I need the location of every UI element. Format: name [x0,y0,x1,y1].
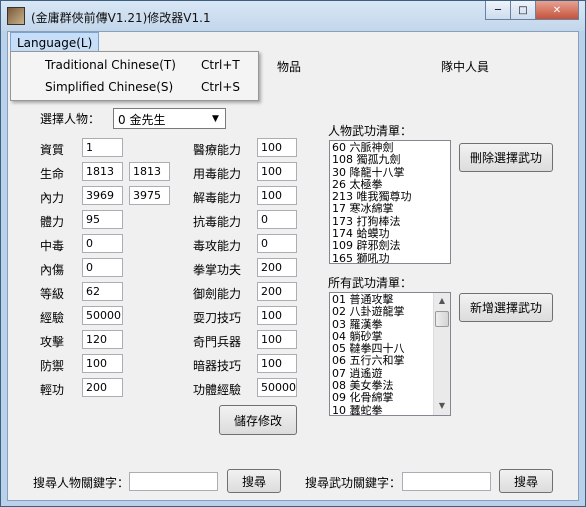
title-bar[interactable]: (金庸群俠前傳V1.21)修改器V1.1 ─ □ ✕ [1,1,585,31]
list-item[interactable]: 06 五行六和掌 [332,355,448,368]
attr-value-field[interactable]: 100 [257,138,297,157]
close-button[interactable]: ✕ [535,1,579,20]
list-item[interactable]: 109 辟邪劍法 [332,240,448,253]
attr-label: 攻擊 [40,335,65,349]
attr-value-field[interactable]: 100 [257,354,297,373]
attr-label: 防禦 [40,359,65,373]
chevron-down-icon: ▼ [212,113,219,124]
attr-value-field[interactable]: 50000 [257,378,297,397]
menu-bar: Language(L) [8,32,578,52]
list-item[interactable]: 165 獅吼功 [332,252,448,263]
search-person-label: 搜尋人物關鍵字： [33,476,130,490]
attr-label: 用毒能力 [193,167,242,181]
all-skills-list[interactable]: 01 普通攻擊 02 八卦遊龍掌 03 羅漢拳 04 躺砂掌 05 韃拳四十八 06 五行… [329,292,451,416]
attr-value-field[interactable]: 0 [257,210,297,229]
attr-label: 拳掌功夫 [193,263,242,277]
menu-language[interactable]: Language(L) [10,32,100,52]
person-select[interactable]: 0 金先生 ▼ [113,108,226,129]
attr-label: 御劍能力 [193,287,242,301]
person-skills-label: 人物武功清單： [328,124,413,138]
attr-value-field[interactable]: 1813 [82,162,123,181]
attr-value-field[interactable]: 62 [82,282,123,301]
attr-value-field[interactable]: 100 [257,186,297,205]
attr-value-field[interactable]: 120 [82,330,123,349]
all-skills-scrollbar[interactable]: ▲ ▼ [433,293,450,415]
search-skill-input[interactable] [402,472,491,491]
attr-label: 生命 [40,167,65,181]
attr-label: 抗毒能力 [193,215,242,229]
attr-label: 解毒能力 [193,191,242,205]
attr-label: 暗器技巧 [193,359,242,373]
menu-item-shortcut: Ctrl+S [201,80,241,94]
menu-item-label: Simplified Chinese(S) [45,80,174,94]
person-select-value: 0 金先生 [118,113,166,127]
attr-label: 奇門兵器 [193,335,242,349]
client-area: Language(L) Traditional Chinese(T) Ctrl+… [7,31,579,501]
window-title: (金庸群俠前傳V1.21)修改器V1.1 [31,11,211,25]
attr-label: 輕功 [40,383,65,397]
menu-item-shortcut: Ctrl+T [201,58,240,72]
attr-label: 等級 [40,287,65,301]
scroll-up-icon[interactable]: ▲ [434,293,450,310]
save-button[interactable]: 儲存修改 [219,405,297,435]
tab-party-members[interactable]: 隊中人員 [441,58,489,75]
attr-max-field[interactable]: 1813 [129,162,170,181]
menu-item-label: Traditional Chinese(T) [45,58,176,72]
attr-value-field[interactable]: 3969 [82,186,123,205]
search-person-button[interactable]: 搜尋 [227,469,281,493]
scroll-down-icon[interactable]: ▼ [434,398,450,415]
attr-label: 經驗 [40,311,65,325]
search-person-input[interactable] [129,472,218,491]
search-skill-label: 搜尋武功關鍵字： [305,476,402,490]
list-item[interactable]: 02 八卦遊龍掌 [332,305,448,318]
attr-label: 功體經驗 [193,383,242,397]
attr-max-field[interactable]: 3975 [129,186,170,205]
list-item[interactable]: 10 蠶蛇拳 [332,404,448,415]
attr-label: 內力 [40,191,65,205]
attr-label: 毒攻能力 [193,239,242,253]
scroll-thumb[interactable] [435,311,449,327]
attr-label: 資質 [40,143,65,157]
maximize-button[interactable]: □ [510,1,536,20]
attr-value-field[interactable]: 0 [257,234,297,253]
select-person-label: 選擇人物： [40,112,101,126]
menu-item-traditional-chinese[interactable]: Traditional Chinese(T) Ctrl+T [11,55,258,77]
attr-value-field[interactable]: 100 [82,354,123,373]
attr-value-field[interactable]: 200 [257,282,297,301]
attr-label: 內傷 [40,263,65,277]
menu-item-simplified-chinese[interactable]: Simplified Chinese(S) Ctrl+S [11,77,258,99]
attr-value-field[interactable]: 0 [82,234,123,253]
add-skill-button[interactable]: 新增選擇武功 [459,293,553,322]
attr-label: 中毒 [40,239,65,253]
attr-value-field[interactable]: 100 [257,306,297,325]
delete-skill-button[interactable]: 刪除選擇武功 [459,143,553,172]
attr-value-field[interactable]: 50000 [82,306,123,325]
attr-label: 醫療能力 [193,143,242,157]
attr-value-field[interactable]: 100 [257,162,297,181]
app-window: (金庸群俠前傳V1.21)修改器V1.1 ─ □ ✕ Language(L) T… [0,0,586,507]
attr-value-field[interactable]: 95 [82,210,123,229]
list-item[interactable]: 09 化骨綿掌 [332,392,448,405]
list-item[interactable]: 17 寒冰綿掌 [332,203,448,216]
tab-items[interactable]: 物品 [277,58,301,75]
attr-value-field[interactable]: 0 [82,258,123,277]
search-skill-button[interactable]: 搜尋 [499,469,553,493]
list-item[interactable]: 108 獨孤九劍 [332,153,448,166]
attr-value-field[interactable]: 200 [82,378,123,397]
attr-value-field[interactable]: 200 [257,258,297,277]
language-dropdown: Traditional Chinese(T) Ctrl+T Simplified… [10,51,259,101]
minimize-button[interactable]: ─ [485,1,511,20]
all-skills-label: 所有武功清單： [328,276,413,290]
attr-label: 耍刀技巧 [193,311,242,325]
attr-label: 體力 [40,215,65,229]
person-skills-list[interactable]: 60 六脈神劍 108 獨孤九劍 30 降龍十八掌 26 太極拳 213 唯我獨尊功 17… [329,140,451,264]
app-icon [7,7,25,25]
attr-value-field[interactable]: 100 [257,330,297,349]
attr-value-field[interactable]: 1 [82,138,123,157]
